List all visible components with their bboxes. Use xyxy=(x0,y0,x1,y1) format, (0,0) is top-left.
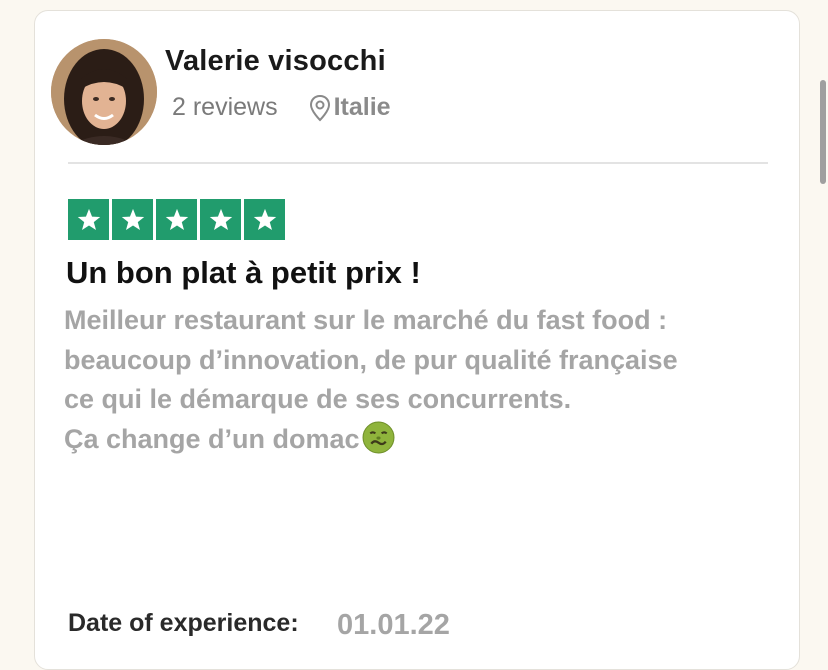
star-rating xyxy=(68,199,285,240)
map-pin-icon xyxy=(309,94,330,121)
review-body: Meilleur restaurant sur le marché du fas… xyxy=(64,301,804,459)
star-icon xyxy=(112,199,153,240)
review-line-last: Ça change d’un domac xyxy=(64,420,804,460)
experience-date: 01.01.22 xyxy=(337,609,450,641)
star-icon xyxy=(244,199,285,240)
review-line: ce qui le démarque de ses concurrents. xyxy=(64,384,572,414)
experience-date-label: Date of experience: xyxy=(68,609,299,637)
review-title[interactable]: Un bon plat à petit prix ! xyxy=(66,255,421,291)
location-label: Italie xyxy=(333,93,391,121)
review-line: Meilleur restaurant sur le marché du fas… xyxy=(64,305,668,335)
review-line: beaucoup d’innovation, de pur qualité fr… xyxy=(64,344,678,375)
reviewer-name[interactable]: Valerie visocchi xyxy=(165,45,386,78)
avatar-photo xyxy=(51,39,157,145)
star-icon xyxy=(200,199,241,240)
reviewer-meta: 2 reviews Italie xyxy=(172,93,391,122)
star-icon xyxy=(68,199,109,240)
star-icon xyxy=(156,199,197,240)
nauseated-face-emoji xyxy=(362,421,395,453)
divider xyxy=(68,162,768,164)
avatar[interactable] xyxy=(51,39,157,145)
scrollbar[interactable] xyxy=(820,80,826,184)
review-count: 2 reviews xyxy=(172,93,278,121)
review-card: Valerie visocchi 2 reviews Italie Un bon… xyxy=(34,10,800,670)
reviewer-location: Italie xyxy=(308,93,391,122)
review-line: Ça change d’un domac xyxy=(64,423,360,454)
